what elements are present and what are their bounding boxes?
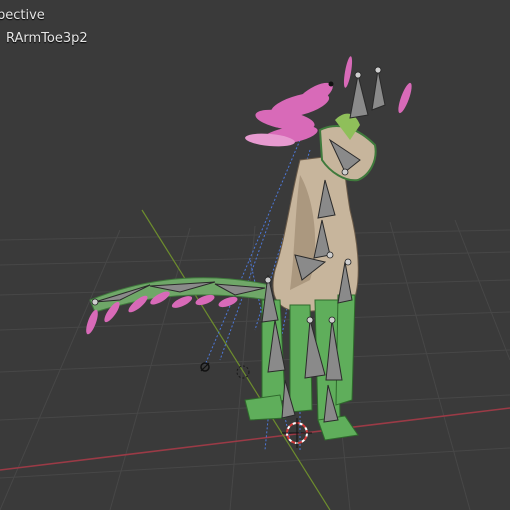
origin-point-icon <box>328 81 334 87</box>
leg-meshes <box>244 294 359 441</box>
viewport-scene[interactable] <box>0 0 510 510</box>
3d-cursor-icon[interactable] <box>282 418 312 448</box>
floor-grid <box>0 219 510 510</box>
3d-viewport[interactable]: pective RArmToe3p2 <box>0 0 510 510</box>
light-icon[interactable] <box>200 362 210 372</box>
